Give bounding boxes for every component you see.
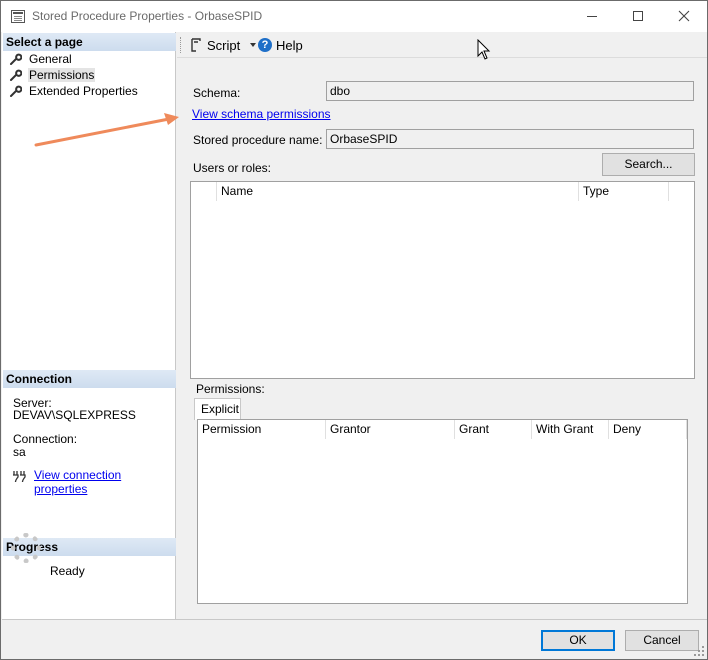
- users-roles-grid[interactable]: Name Type: [190, 181, 695, 379]
- column-header-grantor[interactable]: Grantor: [326, 420, 455, 439]
- window-icon: [11, 10, 25, 23]
- permissions-grid[interactable]: Permission Grantor Grant With Grant Deny: [197, 419, 688, 604]
- stored-procedure-name-label: Stored procedure name:: [193, 133, 323, 147]
- schema-label: Schema:: [193, 86, 241, 100]
- connection-value: sa: [13, 445, 26, 459]
- wrench-icon: [10, 85, 22, 97]
- maximize-button[interactable]: [615, 1, 661, 32]
- view-schema-permissions-link[interactable]: View schema permissions: [192, 107, 331, 121]
- column-header-permission[interactable]: Permission: [198, 420, 326, 439]
- cancel-button[interactable]: Cancel: [625, 630, 699, 651]
- progress-status: Ready: [50, 564, 85, 578]
- script-icon: [191, 38, 201, 52]
- resize-grip-icon[interactable]: [693, 645, 705, 657]
- search-button[interactable]: Search...: [602, 153, 695, 176]
- permissions-page: Schema: dbo View schema permissions Stor…: [177, 58, 707, 619]
- mouse-cursor-icon: [477, 39, 491, 60]
- connection-header: Connection: [3, 370, 176, 388]
- title-bar: Stored Procedure Properties - OrbaseSPID: [1, 1, 707, 32]
- help-icon: ?: [258, 38, 272, 52]
- users-or-roles-label: Users or roles:: [193, 161, 272, 175]
- stored-procedure-name-field[interactable]: OrbaseSPID: [326, 129, 694, 149]
- select-page-header: Select a page: [3, 33, 176, 51]
- wrench-icon: [10, 53, 22, 65]
- permissions-grid-header: Permission Grantor Grant With Grant Deny: [198, 420, 687, 439]
- column-header-with-grant[interactable]: With Grant: [532, 420, 609, 439]
- script-label: Script: [207, 37, 241, 53]
- sidebar-item-label: Permissions: [28, 68, 96, 82]
- close-icon: [678, 10, 690, 22]
- left-panel: Select a page General Permissions Extend…: [2, 32, 176, 619]
- connection-plug-icon: [13, 471, 26, 483]
- tab-explicit[interactable]: Explicit: [194, 398, 241, 420]
- properties-dialog: Stored Procedure Properties - OrbaseSPID…: [0, 0, 708, 660]
- minimize-icon: [587, 16, 597, 17]
- window-title: Stored Procedure Properties - OrbaseSPID: [32, 9, 263, 23]
- sidebar-item-general[interactable]: General: [9, 51, 73, 67]
- users-roles-grid-header: Name Type: [191, 182, 669, 201]
- sidebar-item-permissions[interactable]: Permissions: [9, 67, 96, 83]
- column-header-blank[interactable]: [191, 182, 217, 201]
- column-header-grant[interactable]: Grant: [455, 420, 532, 439]
- close-button[interactable]: [661, 1, 707, 32]
- toolbar: Script ? Help: [177, 32, 707, 58]
- server-value: DEVAV\SQLEXPRESS: [13, 408, 136, 422]
- column-header-name[interactable]: Name: [217, 182, 579, 201]
- dialog-footer: OK Cancel: [2, 619, 707, 659]
- progress-spinner-icon: [11, 533, 41, 563]
- sidebar-item-extended-properties[interactable]: Extended Properties: [9, 83, 139, 99]
- minimize-button[interactable]: [569, 1, 615, 32]
- toolbar-grip: [180, 37, 182, 53]
- connection-label: Connection:: [13, 432, 78, 446]
- sidebar-item-label: General: [29, 52, 72, 66]
- maximize-icon: [633, 11, 643, 21]
- help-label: Help: [276, 37, 303, 53]
- dropdown-arrow-icon[interactable]: [249, 42, 257, 48]
- schema-field[interactable]: dbo: [326, 81, 694, 101]
- column-header-type[interactable]: Type: [579, 182, 669, 201]
- wrench-icon: [10, 69, 22, 81]
- help-button[interactable]: ? Help: [258, 36, 303, 54]
- ok-button[interactable]: OK: [541, 630, 615, 651]
- view-connection-properties-link[interactable]: View connection properties: [34, 468, 175, 496]
- sidebar-item-label: Extended Properties: [29, 84, 138, 98]
- script-button[interactable]: Script: [189, 36, 257, 54]
- permissions-label: Permissions:: [196, 382, 265, 396]
- column-header-deny[interactable]: Deny: [609, 420, 687, 439]
